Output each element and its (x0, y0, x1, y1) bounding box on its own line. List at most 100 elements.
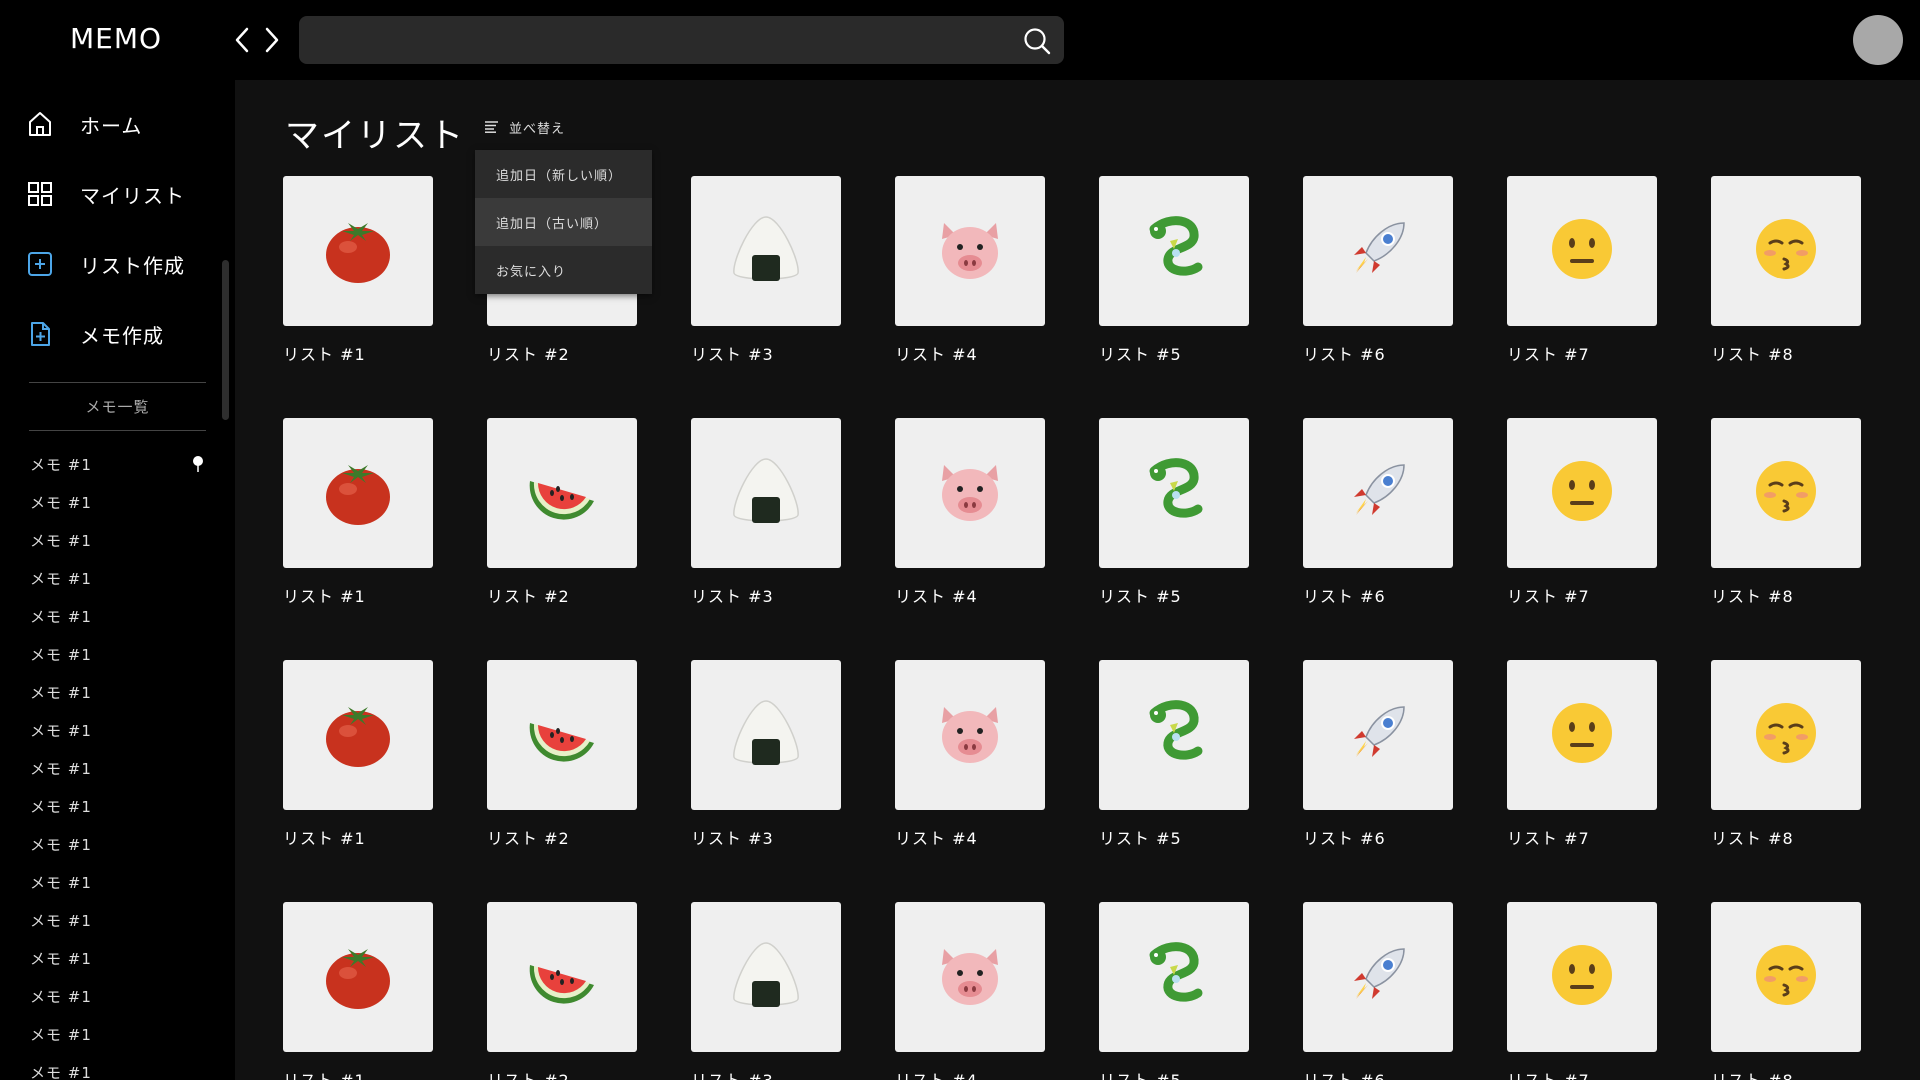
sort-button[interactable]: 並べ替え (485, 118, 565, 137)
rocket-icon (1338, 693, 1418, 777)
list-card[interactable]: リスト #3 (691, 176, 841, 365)
sort-option[interactable]: 追加日（古い順） (475, 198, 652, 246)
sidebar-item-label: リスト作成 (80, 253, 185, 278)
watermelon-icon (522, 451, 602, 535)
list-thumbnail (1711, 902, 1861, 1052)
pin-icon[interactable] (191, 455, 205, 473)
list-card[interactable]: リスト #5 (1099, 660, 1249, 849)
memo-list-item[interactable]: メモ #1 (30, 939, 205, 977)
list-card-label: リスト #5 (1099, 1067, 1249, 1080)
sort-lines-icon (485, 118, 499, 137)
list-card[interactable]: リスト #2 (487, 660, 637, 849)
sidebar-item-create-list[interactable]: リスト作成 (26, 244, 216, 284)
list-card[interactable]: リスト #7 (1507, 418, 1657, 607)
list-card[interactable]: リスト #6 (1303, 176, 1453, 365)
list-card-label: リスト #2 (487, 345, 570, 364)
list-thumbnail (895, 418, 1045, 568)
list-card[interactable]: リスト #8 (1711, 418, 1861, 607)
list-thumbnail (691, 418, 841, 568)
sidebar-scrollbar[interactable] (222, 260, 229, 420)
memo-list-item[interactable]: メモ #1 (30, 521, 205, 559)
memo-item-label: メモ #1 (30, 911, 92, 930)
list-card[interactable]: リスト #8 (1711, 660, 1861, 849)
forward-arrow-icon[interactable] (262, 24, 282, 56)
memo-item-label: メモ #1 (30, 531, 92, 550)
list-card[interactable]: リスト #1 (283, 418, 433, 607)
back-arrow-icon[interactable] (232, 24, 252, 56)
app-logo[interactable]: MEMO (70, 22, 162, 55)
memo-item-label: メモ #1 (30, 1025, 92, 1044)
list-card[interactable]: リスト #6 (1303, 902, 1453, 1080)
list-card[interactable]: リスト #1 (283, 902, 433, 1080)
neutral-face-icon (1542, 451, 1622, 535)
list-card[interactable]: リスト #4 (895, 902, 1045, 1080)
memo-item-label: メモ #1 (30, 493, 92, 512)
memo-item-label: メモ #1 (30, 721, 92, 740)
memo-list-item[interactable]: メモ #1 (30, 597, 205, 635)
sort-option[interactable]: 追加日（新しい順） (475, 150, 652, 198)
memo-list-item[interactable]: メモ #1 (30, 1015, 205, 1053)
list-card-label: リスト #4 (895, 345, 978, 364)
list-thumbnail (895, 176, 1045, 326)
sidebar-item-home[interactable]: ホーム (26, 104, 216, 144)
memo-list-item[interactable]: メモ #1 (30, 977, 205, 1015)
rocket-icon (1338, 209, 1418, 293)
kissing-face-icon (1746, 935, 1826, 1019)
memo-list-item[interactable]: メモ #1 (30, 1053, 205, 1080)
list-card-label: リスト #3 (691, 829, 774, 848)
memo-list: メモ #1 メモ #1 メモ #1 メモ #1 メモ #1 メモ #1 メモ #1 メモ #1… (30, 445, 205, 1080)
list-card[interactable]: リスト #4 (895, 660, 1045, 849)
list-card[interactable]: リスト #3 (691, 902, 841, 1080)
memo-list-item[interactable]: メモ #1 (30, 711, 205, 749)
list-card[interactable]: リスト #1 (283, 660, 433, 849)
list-card[interactable]: リスト #4 (895, 418, 1045, 607)
add-document-icon (26, 320, 54, 348)
list-card-label: リスト #6 (1303, 1067, 1453, 1080)
memo-list-item[interactable]: メモ #1 (30, 787, 205, 825)
memo-list-item[interactable]: メモ #1 (30, 901, 205, 939)
list-card[interactable]: リスト #1 (283, 176, 433, 365)
list-card[interactable]: リスト #7 (1507, 902, 1657, 1080)
list-card[interactable]: リスト #5 (1099, 418, 1249, 607)
list-thumbnail (283, 176, 433, 326)
sidebar-item-label: マイリスト (80, 183, 185, 208)
list-card[interactable]: リスト #8 (1711, 902, 1861, 1080)
sort-option[interactable]: お気に入り (475, 246, 652, 294)
list-card[interactable]: リスト #6 (1303, 418, 1453, 607)
list-thumbnail (1507, 418, 1657, 568)
search-icon[interactable] (1022, 26, 1052, 56)
memo-item-label: メモ #1 (30, 607, 92, 626)
memo-list-header: メモ一覧 (85, 398, 150, 416)
list-card[interactable]: リスト #8 (1711, 176, 1861, 365)
memo-list-item[interactable]: メモ #1 (30, 863, 205, 901)
list-card[interactable]: リスト #7 (1507, 176, 1657, 365)
list-card[interactable]: リスト #6 (1303, 660, 1453, 849)
tomato-icon (318, 693, 398, 777)
home-icon (26, 110, 54, 138)
list-card[interactable]: リスト #3 (691, 418, 841, 607)
avatar[interactable] (1853, 15, 1903, 65)
list-card[interactable]: リスト #5 (1099, 902, 1249, 1080)
memo-list-item[interactable]: メモ #1 (30, 749, 205, 787)
list-card-label: リスト #4 (895, 829, 978, 848)
list-card[interactable]: リスト #2 (487, 418, 637, 607)
list-card[interactable]: リスト #7 (1507, 660, 1657, 849)
list-card-label: リスト #2 (487, 587, 570, 606)
list-card[interactable]: リスト #3 (691, 660, 841, 849)
memo-list-item[interactable]: メモ #1 (30, 483, 205, 521)
list-card[interactable]: リスト #4 (895, 176, 1045, 365)
sidebar-item-mylist[interactable]: マイリスト (26, 174, 216, 214)
search-input[interactable] (315, 16, 995, 64)
memo-list-item[interactable]: メモ #1 (30, 635, 205, 673)
list-card-label: リスト #1 (283, 1067, 433, 1080)
memo-list-item[interactable]: メモ #1 (30, 559, 205, 597)
memo-list-item[interactable]: メモ #1 (30, 673, 205, 711)
memo-list-item[interactable]: メモ #1 (30, 445, 205, 483)
list-card[interactable]: リスト #2 (487, 902, 637, 1080)
pig-face-icon (930, 451, 1010, 535)
sidebar-item-create-memo[interactable]: メモ作成 (26, 314, 216, 354)
list-thumbnail (691, 902, 841, 1052)
list-card[interactable]: リスト #5 (1099, 176, 1249, 365)
memo-item-label: メモ #1 (30, 455, 92, 474)
memo-list-item[interactable]: メモ #1 (30, 825, 205, 863)
